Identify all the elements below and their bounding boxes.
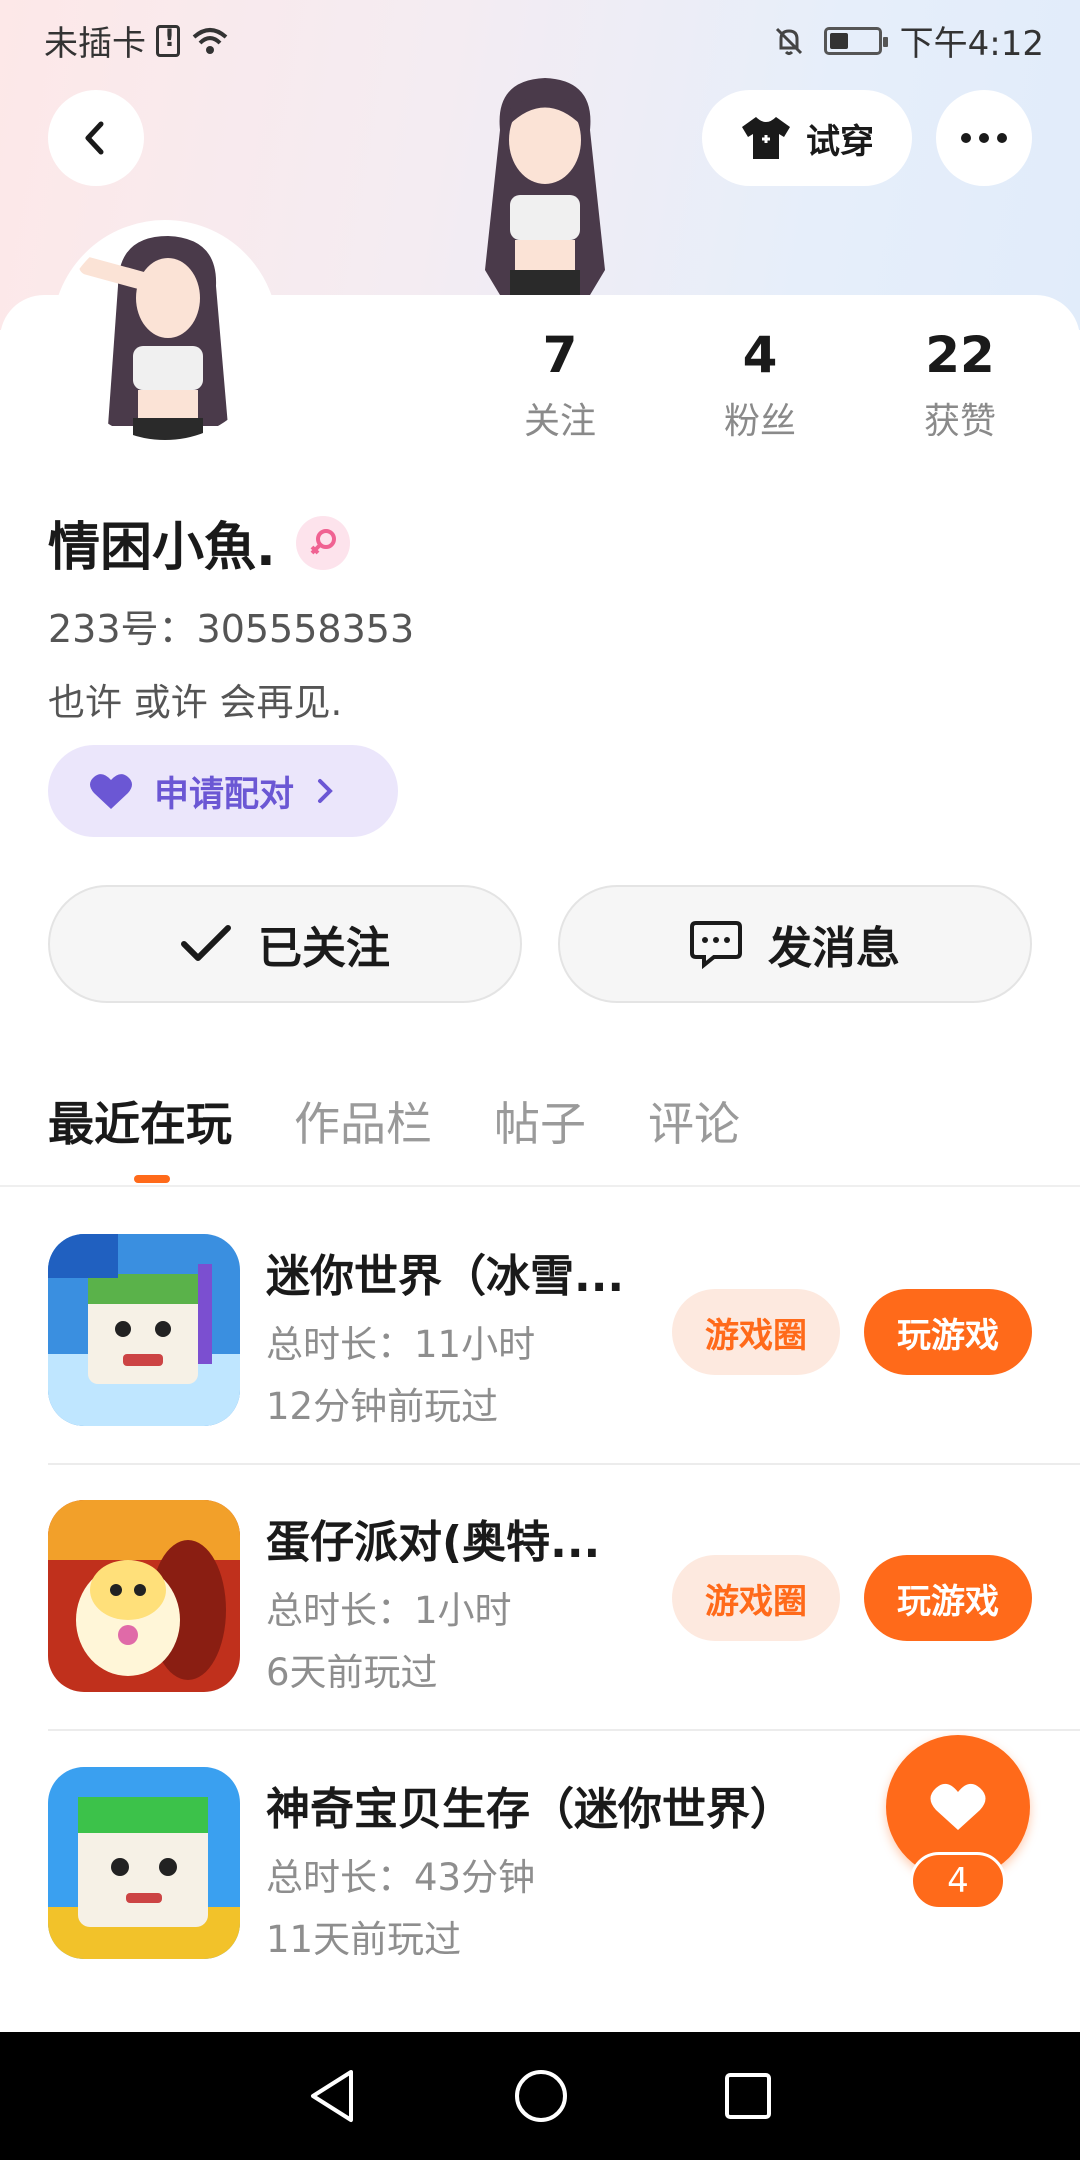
nav-home-icon[interactable] xyxy=(513,2068,569,2124)
try-on-label: 试穿 xyxy=(806,121,874,162)
tshirt-icon xyxy=(742,117,790,159)
female-gender-icon xyxy=(295,515,350,570)
more-options-button[interactable] xyxy=(936,90,1032,186)
game-circle-button[interactable]: 游戏圈 xyxy=(672,1555,840,1641)
apply-pair-button[interactable]: 申请配对 xyxy=(48,745,398,837)
status-bar: 未插卡 下午4:12 xyxy=(0,0,1080,72)
tab-works[interactable]: 作品栏 xyxy=(294,1088,432,1154)
row-divider xyxy=(48,1729,1080,1731)
tab-posts[interactable]: 帖子 xyxy=(494,1088,586,1154)
profile-tabs: 最近在玩 作品栏 帖子 评论 xyxy=(48,1088,740,1154)
bell-muted-icon xyxy=(775,27,802,55)
avatar-character-image xyxy=(58,226,272,440)
send-message-label: 发消息 xyxy=(768,923,900,974)
stat-value: 7 xyxy=(542,326,578,384)
followed-label: 已关注 xyxy=(258,923,390,974)
apply-pair-label: 申请配对 xyxy=(154,774,295,815)
sim-alert-icon xyxy=(156,24,180,57)
stat-label: 获赞 xyxy=(923,401,996,442)
play-game-button[interactable]: 玩游戏 xyxy=(864,1289,1032,1375)
tabs-divider xyxy=(0,1185,1080,1187)
status-left: 未插卡 xyxy=(44,16,230,65)
system-navigation-bar xyxy=(0,2032,1080,2160)
nav-back-icon[interactable] xyxy=(307,2068,359,2124)
more-dot-icon xyxy=(961,133,971,143)
game-last-played: 11天前玩过 xyxy=(266,1918,462,1961)
game-last-played: 12分钟前玩过 xyxy=(266,1385,499,1428)
chevron-left-icon xyxy=(85,121,104,155)
game-list-item[interactable]: 迷你世界（冰雪... 总时长：11小时 12分钟前玩过 游戏圈 玩游戏 xyxy=(48,1234,1080,1500)
game-title: 神奇宝贝生存（迷你世界） xyxy=(266,1784,794,1835)
stat-label: 粉丝 xyxy=(723,401,796,442)
profile-avatar[interactable] xyxy=(52,220,278,446)
try-on-button[interactable]: 试穿 xyxy=(702,90,912,186)
game-title: 蛋仔派对(奥特... xyxy=(266,1517,601,1568)
user-id: 233号：305558353 xyxy=(48,607,415,651)
more-dot-icon xyxy=(979,133,989,143)
stat-likes[interactable]: 22 获赞 xyxy=(860,326,1060,444)
row-divider xyxy=(48,1463,1080,1465)
carrier-text: 未插卡 xyxy=(44,24,146,64)
game-total-time: 总时长：43分钟 xyxy=(266,1856,536,1899)
stat-label: 关注 xyxy=(523,401,596,442)
game-total-time: 总时长：1小时 xyxy=(266,1589,512,1632)
battery-icon xyxy=(823,26,888,55)
check-icon xyxy=(181,925,231,961)
stat-value: 22 xyxy=(925,326,995,384)
nav-recents-icon[interactable] xyxy=(723,2071,773,2121)
back-button[interactable] xyxy=(48,90,144,186)
status-right: 下午4:12 xyxy=(772,16,1044,65)
game-icon-mini-world-ice xyxy=(48,1234,240,1426)
username: 情困小魚. xyxy=(48,518,276,578)
stat-value: 4 xyxy=(742,326,778,384)
wifi-icon xyxy=(192,27,228,54)
tab-comments[interactable]: 评论 xyxy=(648,1088,740,1154)
like-count-badge: 4 xyxy=(910,1852,1006,1910)
profile-stats: 7 关注 4 粉丝 22 获赞 xyxy=(460,326,1060,444)
game-title: 迷你世界（冰雪... xyxy=(266,1251,625,1302)
heart-icon xyxy=(90,774,132,809)
chevron-right-icon xyxy=(318,779,333,803)
heart-icon xyxy=(930,1783,986,1830)
game-icon-eggy-party xyxy=(48,1500,240,1692)
game-icon-pokemon-survival xyxy=(48,1767,240,1959)
game-last-played: 6天前玩过 xyxy=(266,1651,438,1694)
user-bio: 也许 或许 会再见. xyxy=(48,681,343,724)
tab-recently-played[interactable]: 最近在玩 xyxy=(48,1088,232,1154)
clock-text: 下午4:12 xyxy=(899,24,1044,64)
stat-followers[interactable]: 4 粉丝 xyxy=(660,326,860,444)
more-dot-icon xyxy=(997,133,1007,143)
stat-following[interactable]: 7 关注 xyxy=(460,326,660,444)
game-list-item[interactable]: 蛋仔派对(奥特... 总时长：1小时 6天前玩过 游戏圈 玩游戏 xyxy=(48,1500,1080,1766)
send-message-button[interactable]: 发消息 xyxy=(558,885,1032,1003)
followed-button[interactable]: 已关注 xyxy=(48,885,522,1003)
hero-avatar-figure xyxy=(485,78,605,295)
chat-bubble-icon xyxy=(690,921,742,969)
active-tab-indicator xyxy=(134,1175,170,1183)
play-game-button[interactable]: 玩游戏 xyxy=(864,1555,1032,1641)
game-total-time: 总时长：11小时 xyxy=(266,1323,536,1366)
username-row: 情困小魚. xyxy=(48,505,350,580)
game-circle-button[interactable]: 游戏圈 xyxy=(672,1289,840,1375)
